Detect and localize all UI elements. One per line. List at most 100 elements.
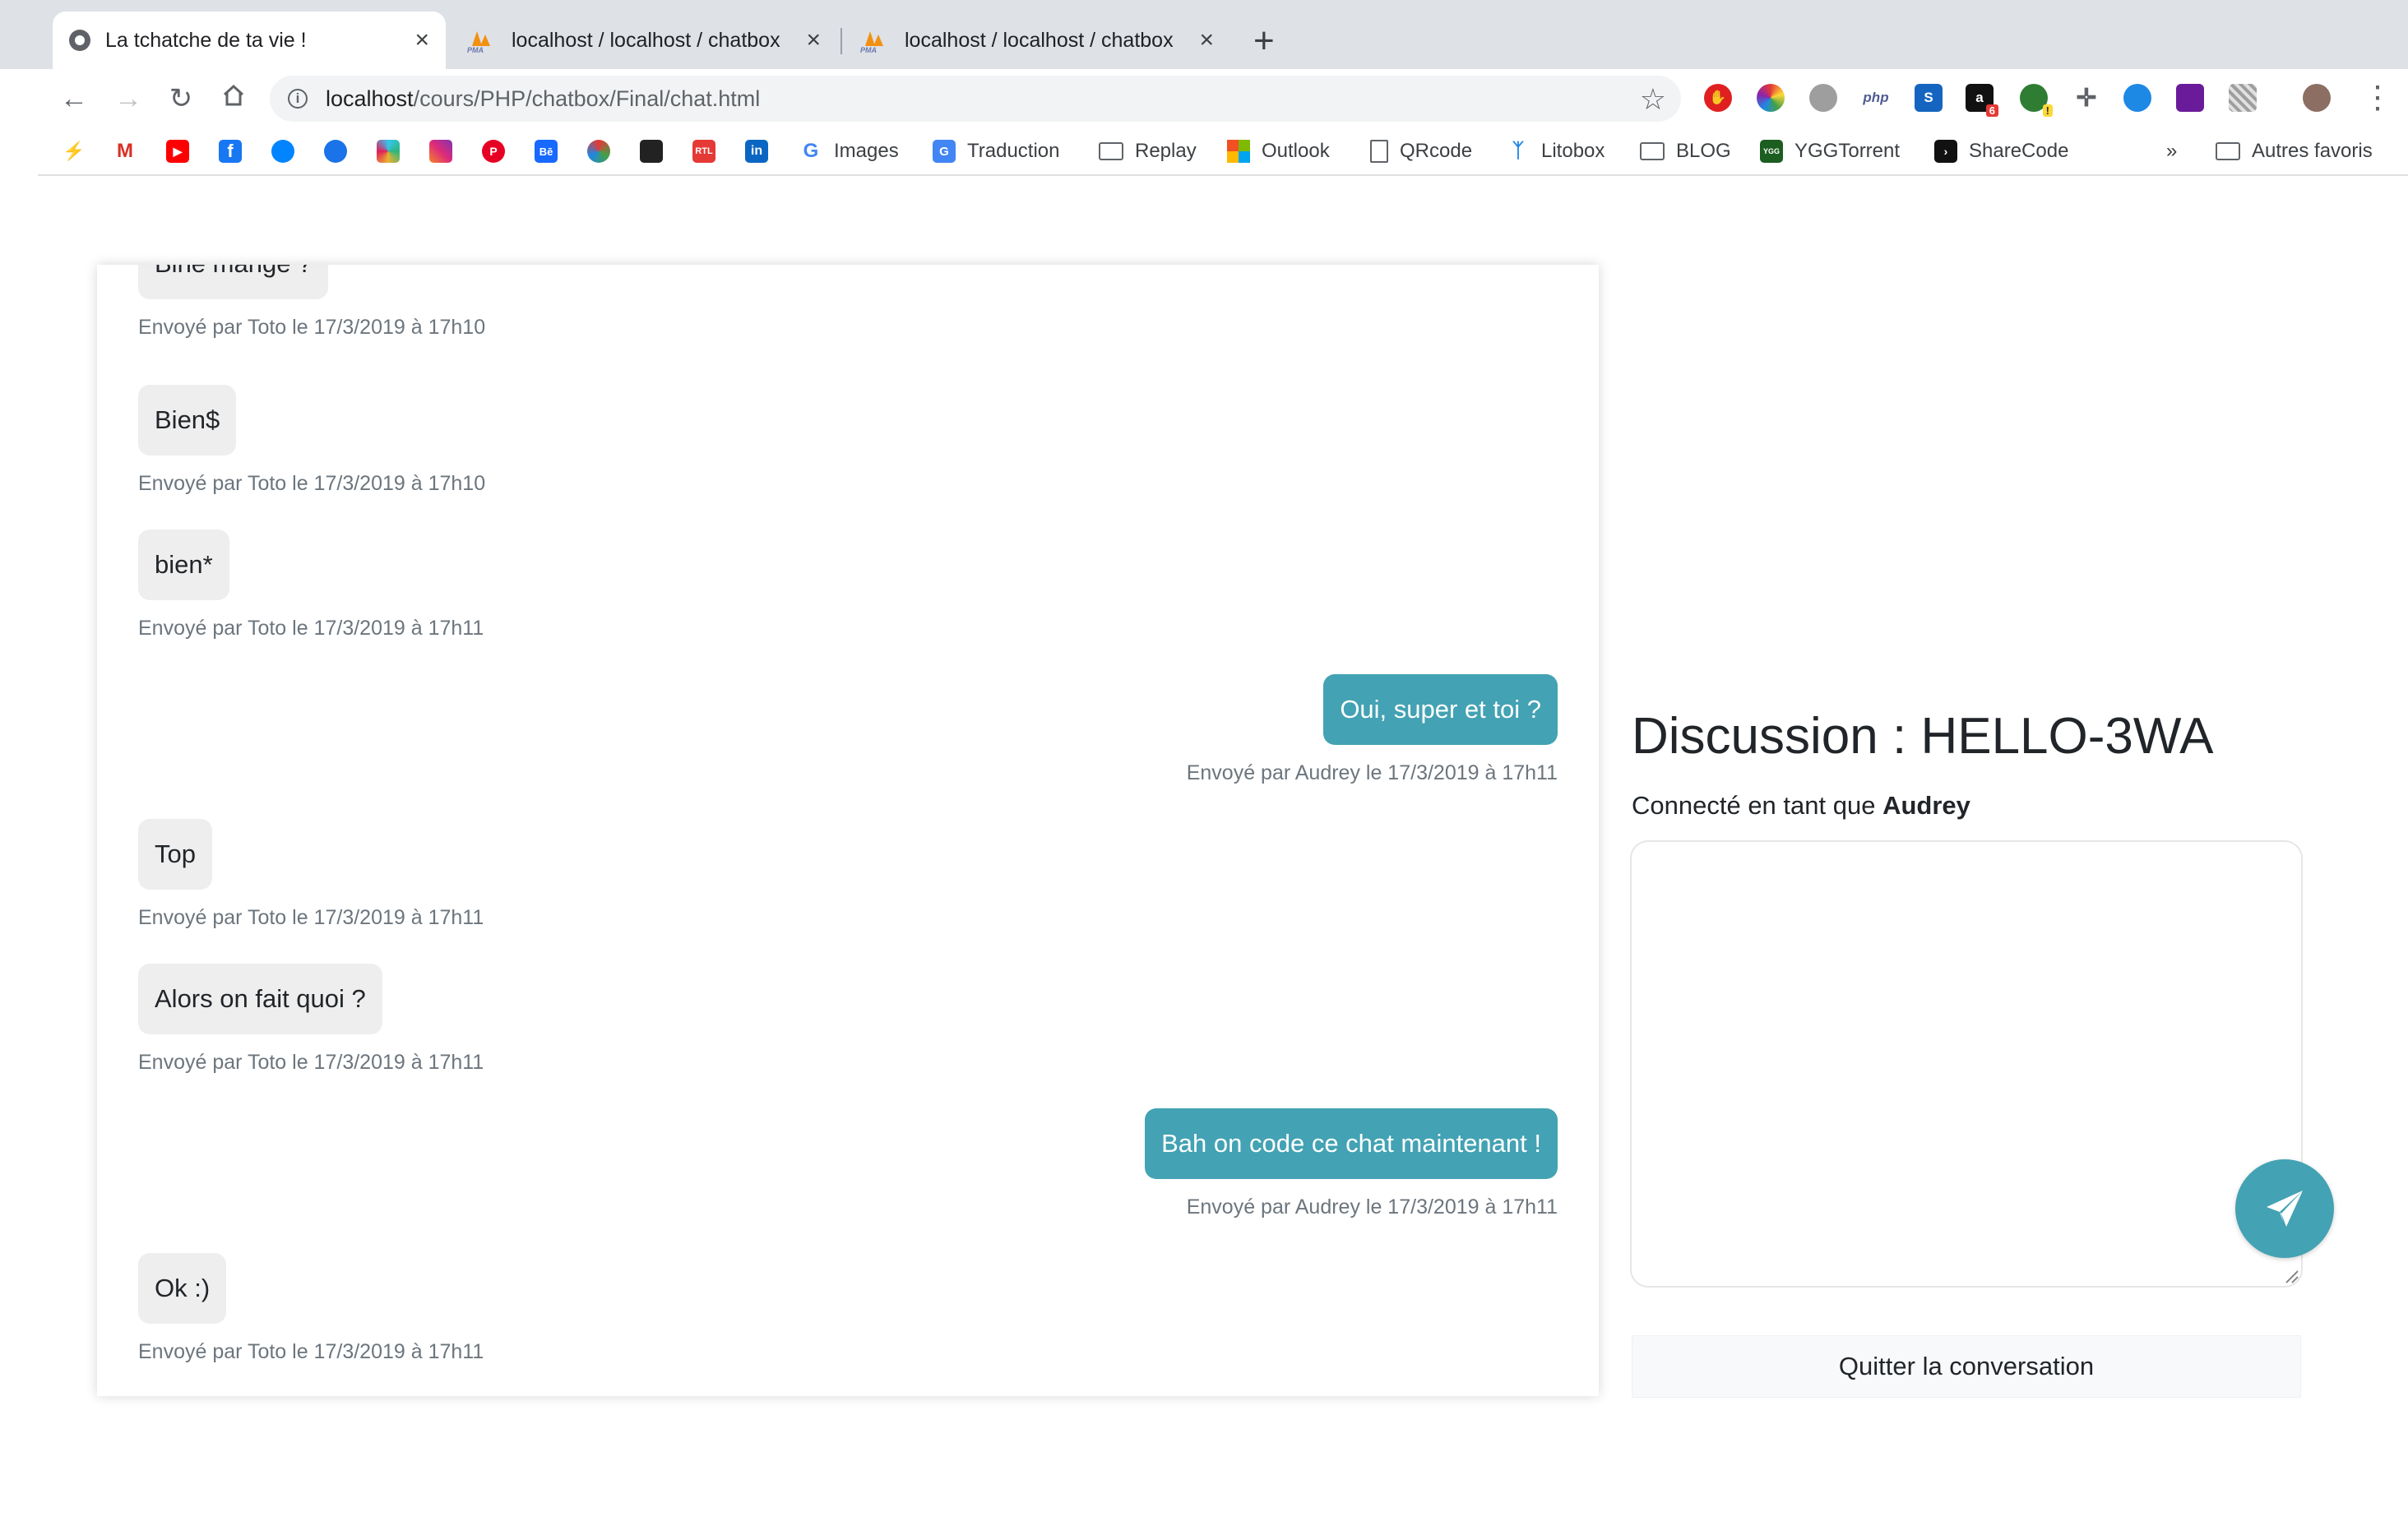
- tab-title: La tchatche de ta vie !: [105, 28, 307, 52]
- home-button[interactable]: [217, 82, 250, 115]
- chat-messages-panel[interactable]: Bine mangé ? Envoyé par Toto le 17/3/201…: [97, 265, 1599, 1396]
- google-icon: G: [803, 140, 819, 162]
- bookmark-linkedin[interactable]: in: [745, 135, 768, 168]
- folder-icon: [2216, 142, 2240, 160]
- bookmark-behance[interactable]: Bē: [535, 135, 558, 168]
- message: bien* Envoyé par Toto le 17/3/2019 à 17h…: [138, 529, 484, 640]
- tab-phpmyadmin-1[interactable]: PMA localhost / localhost / chatbox ×: [451, 12, 837, 69]
- close-icon[interactable]: ×: [414, 26, 429, 54]
- avatar[interactable]: [2303, 84, 2331, 112]
- folder-icon: [1640, 142, 1665, 160]
- move-extension-icon[interactable]: ✛: [2072, 84, 2100, 112]
- slack-icon: [377, 140, 400, 163]
- bookmark-star-icon[interactable]: ☆: [1640, 82, 1666, 117]
- bookmark-outlook[interactable]: Outlook: [1227, 135, 1330, 168]
- message-bubble: Top: [138, 819, 212, 890]
- message: Bien$ Envoyé par Toto le 17/3/2019 à 17h…: [138, 385, 485, 496]
- bookmark-qrcode[interactable]: QRcode: [1370, 135, 1472, 168]
- phpmyadmin-icon: PMA: [467, 28, 497, 54]
- badge: 6: [1985, 104, 1998, 117]
- info-icon[interactable]: i: [288, 89, 308, 109]
- facebook-icon: f: [219, 140, 242, 163]
- bookmark-images[interactable]: G Images: [799, 135, 899, 168]
- bookmark-colorful[interactable]: [587, 135, 610, 168]
- bookmark-facebook[interactable]: f: [219, 135, 242, 168]
- home-icon: [223, 84, 244, 106]
- phpmyadmin-icon: PMA: [860, 28, 890, 54]
- new-tab-button[interactable]: +: [1253, 20, 1275, 62]
- purple-extension-icon[interactable]: [2176, 84, 2204, 112]
- bookmark-lightning[interactable]: ⚡: [63, 135, 86, 168]
- message-own: Bah on code ce chat maintenant ! Envoyé …: [1145, 1108, 1558, 1219]
- qr-extension-icon[interactable]: [2229, 84, 2257, 112]
- address-bar[interactable]: i localhost/cours/PHP/chatbox/Final/chat…: [270, 76, 1681, 122]
- message: Ok :) Envoyé par Toto le 17/3/2019 à 17h…: [138, 1253, 484, 1364]
- rtl-icon: RTL: [692, 140, 715, 163]
- message: Top Envoyé par Toto le 17/3/2019 à 17h11: [138, 819, 484, 930]
- message-bubble: Alors on fait quoi ?: [138, 964, 382, 1034]
- bookmark-blog[interactable]: BLOG: [1640, 135, 1731, 168]
- bookmark-messenger[interactable]: [271, 135, 294, 168]
- url-text: localhost/cours/PHP/chatbox/Final/chat.h…: [326, 86, 761, 111]
- colorful-icon: [587, 140, 610, 163]
- bookmark-sharecode[interactable]: › ShareCode: [1934, 135, 2068, 168]
- message-bubble: Bah on code ce chat maintenant !: [1145, 1108, 1558, 1179]
- github-icon: [69, 30, 90, 51]
- sharecode-icon: ›: [1934, 140, 1957, 163]
- message: Alors on fait quoi ? Envoyé par Toto le …: [138, 964, 484, 1075]
- browser-toolbar: ← → ↻ i localhost/cours/PHP/chatbox/Fina…: [0, 69, 2408, 128]
- earth-extension-icon[interactable]: !: [2020, 84, 2053, 117]
- bookmark-traduction[interactable]: G Traduction: [933, 135, 1060, 168]
- bookmarks-overflow-button[interactable]: »: [2166, 135, 2177, 168]
- adblock-extension-icon[interactable]: ✋: [1704, 84, 1732, 112]
- send-button[interactable]: [2235, 1159, 2334, 1258]
- bookmark-yggtorrent[interactable]: YGG YGGTorrent: [1760, 135, 1900, 168]
- behance-icon: Bē: [535, 140, 558, 163]
- bookmark-litobox[interactable]: ᛉ Litobox: [1507, 135, 1605, 168]
- message-bubble: bien*: [138, 529, 229, 600]
- close-icon[interactable]: ×: [806, 26, 821, 54]
- lightning-icon: ⚡: [63, 141, 86, 161]
- youtube-icon: ▶: [166, 140, 189, 163]
- back-button[interactable]: ←: [58, 82, 90, 115]
- forward-button[interactable]: →: [112, 82, 145, 115]
- bookmark-slack[interactable]: [377, 135, 400, 168]
- username: Audrey: [1882, 791, 1970, 820]
- message-meta: Envoyé par Toto le 17/3/2019 à 17h11: [138, 906, 484, 929]
- translate-icon: G: [933, 140, 956, 163]
- tab-chat[interactable]: La tchatche de ta vie ! ×: [53, 12, 446, 69]
- bookmark-rtl[interactable]: RTL: [692, 135, 715, 168]
- bookmark-youtube[interactable]: ▶: [166, 135, 189, 168]
- bookmarks-bar: ⚡ M ▶ f P Bē RTL in G Images G Traduction …: [38, 128, 2408, 176]
- message-bubble: Bine mangé ?: [138, 265, 329, 299]
- message-meta: Envoyé par Toto le 17/3/2019 à 17h10: [138, 472, 486, 495]
- discussion-title: Discussion : HELLO-3WA: [1632, 708, 2214, 765]
- s-extension-icon[interactable]: S: [1915, 84, 1943, 112]
- color-wheel-extension-icon[interactable]: [1757, 84, 1785, 112]
- menu-icon[interactable]: ⋮: [2362, 77, 2393, 118]
- circle-extension-icon[interactable]: [1809, 84, 1837, 112]
- tab-phpmyadmin-2[interactable]: PMA localhost / localhost / chatbox ×: [844, 12, 1230, 69]
- bookmark-replay[interactable]: Replay: [1099, 135, 1197, 168]
- quit-conversation-button[interactable]: Quitter la conversation: [1632, 1335, 2301, 1398]
- bookmark-autres-favoris[interactable]: Autres favoris: [2216, 135, 2373, 168]
- edge-extension-icon[interactable]: [2123, 84, 2151, 112]
- message-input[interactable]: [1630, 840, 2303, 1288]
- bookmark-chat[interactable]: [324, 135, 347, 168]
- bookmark-instagram[interactable]: [429, 135, 452, 168]
- litobox-icon: ᛉ: [1512, 140, 1525, 162]
- close-icon[interactable]: ×: [1199, 26, 1214, 54]
- bookmark-gmail[interactable]: M: [113, 135, 137, 168]
- tab-strip: La tchatche de ta vie ! × PMA localhost …: [0, 0, 2408, 69]
- php-extension-icon[interactable]: php: [1862, 84, 1890, 112]
- message-bubble: Ok :): [138, 1253, 227, 1324]
- resize-grip-icon[interactable]: [2283, 1268, 2299, 1284]
- message-meta: Envoyé par Audrey le 17/3/2019 à 17h11: [1186, 761, 1558, 784]
- bookmark-dark[interactable]: [640, 135, 663, 168]
- connected-as: Connecté en tant que Audrey: [1632, 791, 1970, 821]
- bookmark-pinterest[interactable]: P: [482, 135, 505, 168]
- ygg-icon: YGG: [1760, 140, 1783, 163]
- gmail-icon: M: [113, 140, 137, 163]
- amazon-extension-icon[interactable]: a 6: [1966, 84, 1998, 117]
- reload-button[interactable]: ↻: [164, 82, 197, 115]
